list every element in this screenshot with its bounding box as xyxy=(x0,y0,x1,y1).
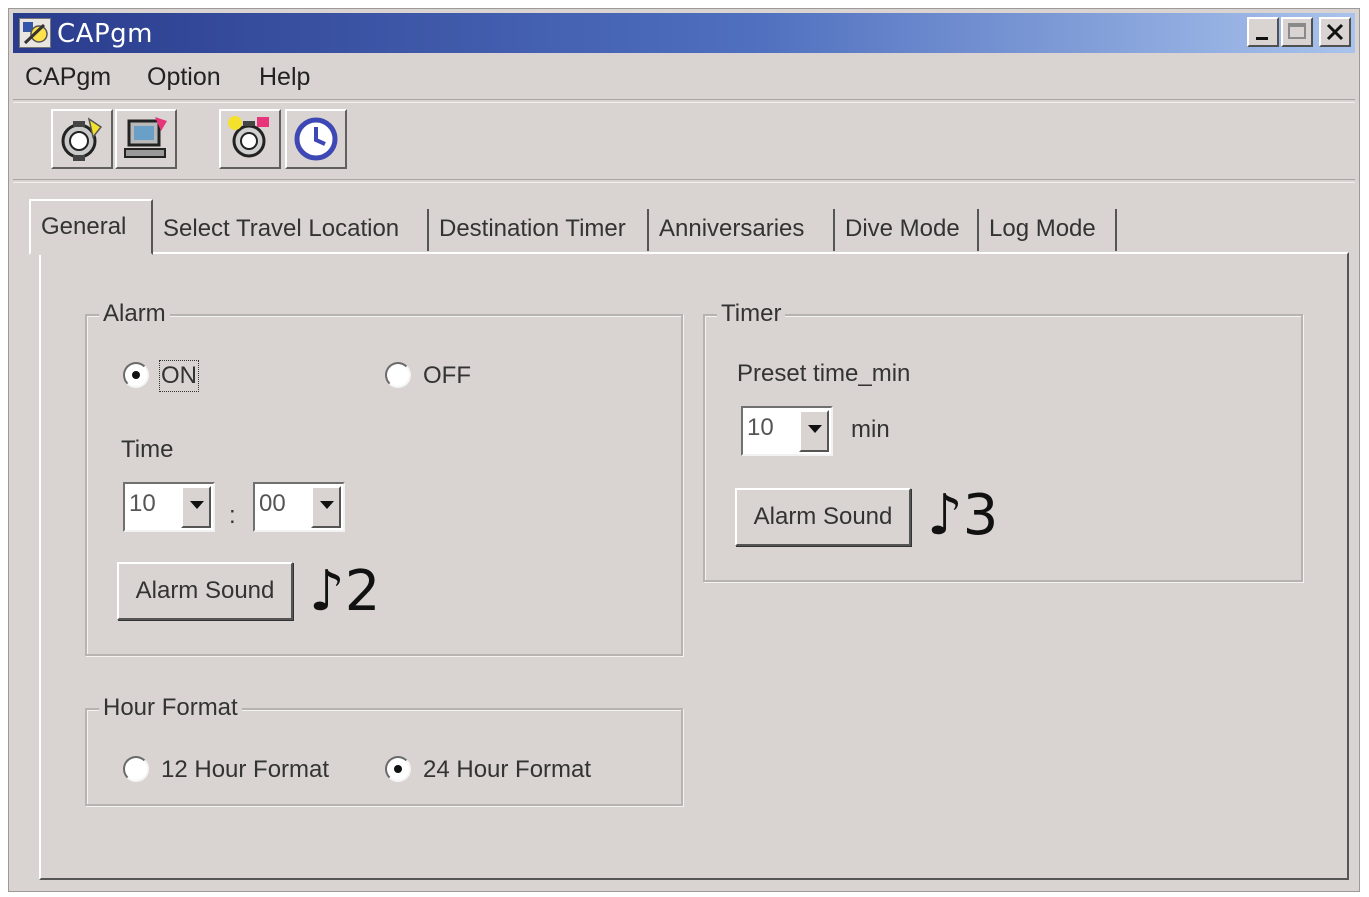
toolbar-clock-button[interactable] xyxy=(285,109,347,169)
alarm-on-radio[interactable] xyxy=(123,362,149,388)
alarm-off-label[interactable]: OFF xyxy=(423,362,471,390)
tab-general-label: General xyxy=(41,213,127,240)
toolbar-watch-download-button[interactable] xyxy=(51,109,113,169)
clock-icon xyxy=(294,117,338,161)
hour-format-group-label: Hour Format xyxy=(99,694,242,722)
tab-anniversaries[interactable]: Anniversaries xyxy=(649,209,835,251)
toolbar-separator xyxy=(13,179,1355,183)
menu-bar: CAPgm Option Help xyxy=(13,55,1355,99)
preset-time-unit: min xyxy=(851,416,890,443)
alarm-on-label[interactable]: ON xyxy=(159,360,199,392)
alarm-group-label: Alarm xyxy=(99,300,170,328)
menu-capgm[interactable]: CAPgm xyxy=(25,63,111,92)
app-window: CAPgm CAPgm Option Help General Select T… xyxy=(8,8,1360,892)
menu-help-label: Help xyxy=(259,63,311,91)
24-hour-format-radio[interactable] xyxy=(385,756,411,782)
radio-selected-dot xyxy=(394,765,402,773)
12-hour-format-radio[interactable] xyxy=(123,756,149,782)
tab-select-travel-location[interactable]: Select Travel Location xyxy=(153,209,429,251)
timer-sound-marker: ♪3 xyxy=(927,483,999,548)
minimize-button[interactable] xyxy=(1247,17,1279,47)
minimize-icon xyxy=(1256,37,1268,40)
chevron-down-icon[interactable] xyxy=(799,410,829,452)
tab-destination-timer[interactable]: Destination Timer xyxy=(429,209,649,251)
alarm-group: Alarm ON OFF Time 10 : 00 Alarm Sound ♪2 xyxy=(85,300,683,656)
menu-capgm-label: CAPgm xyxy=(25,63,112,91)
menu-option-label: Option xyxy=(147,63,221,91)
24-hour-format-label[interactable]: 24 Hour Format xyxy=(423,756,591,784)
timer-alarm-sound-button[interactable]: Alarm Sound xyxy=(735,488,911,546)
watch-download-icon xyxy=(61,117,103,161)
hour-format-group: Hour Format 12 Hour Format 24 Hour Forma… xyxy=(85,694,683,806)
alarm-minute-select[interactable]: 00 xyxy=(253,482,345,532)
preset-time-label: Preset time_min xyxy=(737,360,911,387)
close-button[interactable] xyxy=(1319,17,1351,47)
toolbar-watch-settings-button[interactable] xyxy=(219,109,281,169)
tab-dive-mode[interactable]: Dive Mode xyxy=(835,209,979,251)
title-bar[interactable]: CAPgm xyxy=(13,13,1355,53)
alarm-minute-value: 00 xyxy=(259,490,286,517)
maximize-icon xyxy=(1288,23,1306,39)
watch-settings-icon xyxy=(228,116,269,158)
alarm-hour-value: 10 xyxy=(129,490,156,517)
preset-time-select[interactable]: 10 xyxy=(741,406,833,456)
app-icon[interactable] xyxy=(19,18,51,48)
chevron-down-icon[interactable] xyxy=(311,486,341,528)
preset-time-value: 10 xyxy=(747,414,774,441)
tab-anniversaries-label: Anniversaries xyxy=(659,215,805,242)
toolbar-pc-upload-button[interactable] xyxy=(115,109,177,169)
alarm-hour-select[interactable]: 10 xyxy=(123,482,215,532)
radio-selected-dot xyxy=(132,371,140,379)
menu-separator xyxy=(13,99,1355,103)
alarm-sound-marker: ♪2 xyxy=(309,559,381,624)
tab-log-mode-label: Log Mode xyxy=(989,215,1096,242)
time-separator: : xyxy=(229,502,236,529)
close-icon xyxy=(1326,23,1344,41)
alarm-sound-button[interactable]: Alarm Sound xyxy=(117,562,293,620)
tab-destination-timer-label: Destination Timer xyxy=(439,215,626,242)
tab-log-mode[interactable]: Log Mode xyxy=(979,209,1117,251)
window-title: CAPgm xyxy=(57,19,153,49)
maximize-button[interactable] xyxy=(1281,17,1313,47)
tab-dive-mode-label: Dive Mode xyxy=(845,215,960,242)
tab-select-travel-location-label: Select Travel Location xyxy=(163,215,400,242)
general-tab-panel: Alarm ON OFF Time 10 : 00 Alarm Sound ♪2… xyxy=(39,252,1349,880)
alarm-off-radio[interactable] xyxy=(385,362,411,388)
alarm-time-label: Time xyxy=(121,436,174,463)
tab-general[interactable]: General xyxy=(29,199,153,255)
timer-group: Timer Preset time_min 10 min Alarm Sound… xyxy=(703,300,1303,582)
menu-option[interactable]: Option xyxy=(147,63,221,92)
chevron-down-icon[interactable] xyxy=(181,486,211,528)
pc-upload-icon xyxy=(124,117,167,158)
menu-help[interactable]: Help xyxy=(259,63,310,92)
12-hour-format-label[interactable]: 12 Hour Format xyxy=(161,756,329,784)
timer-group-label: Timer xyxy=(717,300,786,328)
